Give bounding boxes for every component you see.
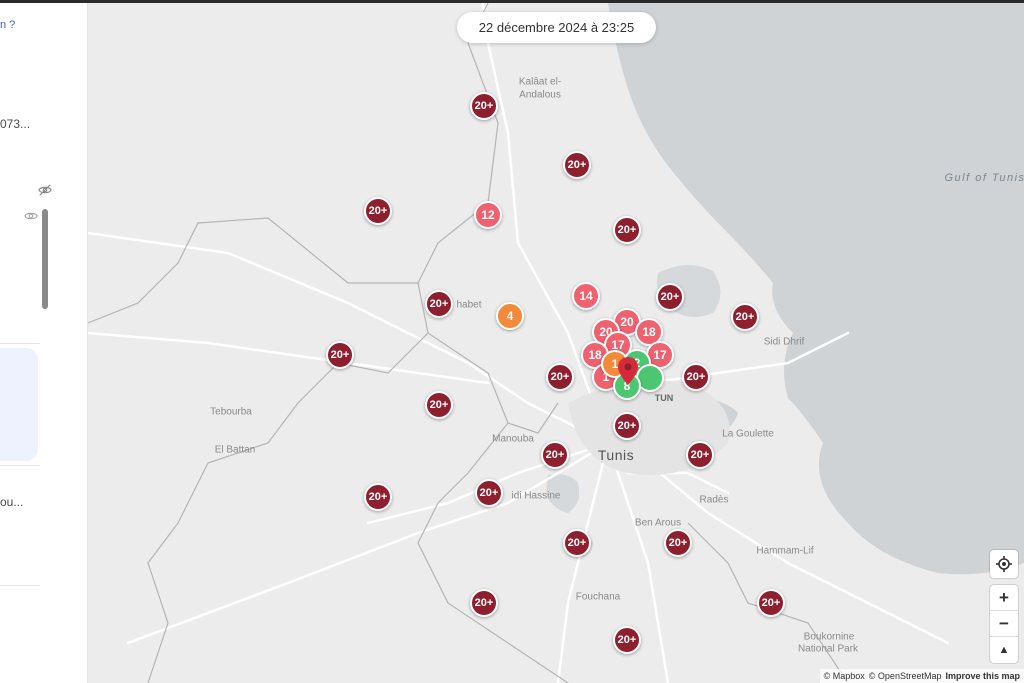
cluster-marker[interactable]: 20+ <box>546 363 574 391</box>
cluster-marker[interactable]: 20+ <box>613 412 641 440</box>
place-label: habet <box>456 299 482 311</box>
place-label: Manouba <box>492 433 534 445</box>
eye-off-icon[interactable] <box>38 183 52 197</box>
place-label: idi Hassine <box>511 490 561 502</box>
location-pin-icon[interactable] <box>618 357 638 385</box>
improve-map-link[interactable]: Improve this map <box>945 671 1020 681</box>
cluster-marker[interactable]: 20+ <box>731 303 759 331</box>
place-label: Kalâat el- <box>518 76 562 88</box>
place-label: Radès <box>699 494 729 506</box>
sidebar-divider <box>0 465 40 466</box>
place-label: TUN <box>654 393 674 403</box>
map-canvas[interactable]: Kalâat el- Andalous Gulf of Tunis habet … <box>88 3 1024 683</box>
osm-attribution-link[interactable]: © OpenStreetMap <box>869 671 942 681</box>
compass-button[interactable]: ▲ <box>990 637 1018 663</box>
zoom-controls: + − ▲ <box>990 585 1018 663</box>
cluster-marker[interactable]: 14 <box>572 282 600 310</box>
cluster-marker[interactable]: 20+ <box>475 479 503 507</box>
place-label: Hammam-Lif <box>756 545 814 557</box>
cluster-marker[interactable]: 20+ <box>686 441 714 469</box>
cluster-marker[interactable]: 20+ <box>364 483 392 511</box>
cluster-marker[interactable]: 20+ <box>470 589 498 617</box>
cluster-marker[interactable]: 20+ <box>613 626 641 654</box>
cluster-marker[interactable]: 20+ <box>425 290 453 318</box>
eye-icon[interactable] <box>24 209 38 223</box>
place-label: Tebourba <box>210 406 252 418</box>
cluster-marker[interactable]: 20+ <box>364 197 392 225</box>
sidebar-panel: n ? 073... ou... <box>0 3 88 683</box>
place-label: La Goulette <box>722 428 774 440</box>
sidebar-link[interactable]: n ? <box>0 19 15 31</box>
timestamp-label: 22 décembre 2024 à 23:25 <box>457 12 656 43</box>
cluster-marker[interactable]: 20+ <box>470 92 498 120</box>
place-label: Gulf of Tunis <box>944 172 1024 184</box>
place-label: Boukornine <box>803 631 855 643</box>
cluster-marker[interactable]: 20+ <box>757 589 785 617</box>
cluster-marker[interactable]: 20+ <box>563 151 591 179</box>
map-attribution: © Mapbox © OpenStreetMap Improve this ma… <box>819 669 1024 683</box>
geolocate-button[interactable] <box>990 550 1018 578</box>
cluster-marker[interactable]: 20+ <box>563 529 591 557</box>
mapbox-attribution-link[interactable]: © Mapbox <box>824 671 865 681</box>
cluster-marker[interactable]: 20+ <box>656 283 684 311</box>
sidebar-scrollbar[interactable] <box>42 209 48 309</box>
sidebar-divider <box>0 343 40 344</box>
cluster-marker[interactable]: 20+ <box>541 441 569 469</box>
place-label: Ben Arous <box>634 517 682 529</box>
place-label: Sidi Dhrif <box>763 336 805 348</box>
sidebar-divider <box>0 585 40 586</box>
cluster-marker[interactable]: 20+ <box>682 363 710 391</box>
cluster-marker[interactable]: 20+ <box>664 529 692 557</box>
crosshair-icon <box>996 556 1012 572</box>
place-label: Fouchana <box>575 591 621 603</box>
zoom-out-button[interactable]: − <box>990 611 1018 637</box>
cluster-marker[interactable]: 20+ <box>326 341 354 369</box>
cluster-marker[interactable]: 20+ <box>613 216 641 244</box>
place-label: Andalous <box>519 89 561 101</box>
cluster-marker[interactable]: 4 <box>496 302 524 330</box>
place-label: National Park <box>797 643 859 655</box>
place-label: El Battan <box>214 444 256 456</box>
cluster-marker[interactable]: 20+ <box>425 391 453 419</box>
sidebar-item-text[interactable]: ou... <box>0 495 23 509</box>
sidebar-item-text[interactable]: 073... <box>0 117 30 131</box>
cluster-marker[interactable]: 12 <box>474 201 502 229</box>
map-basemap <box>88 3 1024 683</box>
sidebar-selected-card[interactable] <box>0 348 38 461</box>
place-label: Tunis <box>597 447 635 463</box>
zoom-in-button[interactable]: + <box>990 585 1018 611</box>
